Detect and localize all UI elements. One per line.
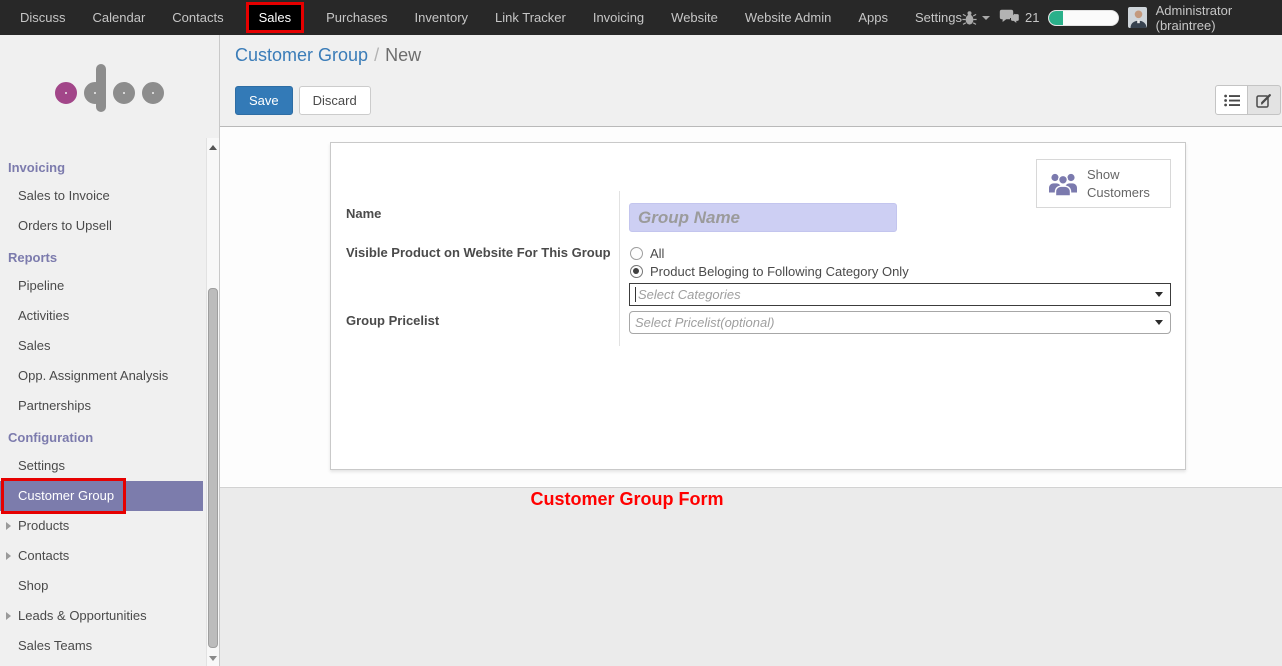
group-pricelist-field-label: Group Pricelist xyxy=(346,313,439,328)
list-view-button[interactable] xyxy=(1215,85,1248,115)
logo-letter-o3 xyxy=(142,82,164,104)
view-switcher xyxy=(1215,85,1281,115)
radio-option-category-only[interactable]: Product Beloging to Following Category O… xyxy=(630,264,909,279)
scrollbar-thumb[interactable] xyxy=(208,288,218,648)
sidebar-item-opp-assignment-analysis[interactable]: Opp. Assignment Analysis xyxy=(0,361,203,391)
main-menu: Discuss Calendar Contacts Sales Purchase… xyxy=(0,2,962,33)
sidebar-item-settings[interactable]: Settings xyxy=(0,451,203,481)
sidebar-item-sales[interactable]: Sales xyxy=(0,331,203,361)
page-bottom-area: Customer Group Form xyxy=(220,487,1282,666)
sidebar-item-sales-to-invoice[interactable]: Sales to Invoice xyxy=(0,181,203,211)
sidebar-header-configuration: Configuration xyxy=(0,421,203,451)
form-view-button-active[interactable] xyxy=(1248,85,1281,115)
nav-website-admin[interactable]: Website Admin xyxy=(745,10,831,25)
messages-count: 21 xyxy=(1025,10,1039,25)
sidebar-item-pipeline[interactable]: Pipeline xyxy=(0,271,203,301)
form-action-buttons: Save Discard xyxy=(235,86,371,115)
customers-group-icon xyxy=(1048,171,1078,197)
nav-purchases[interactable]: Purchases xyxy=(326,10,387,25)
breadcrumb-current: New xyxy=(385,45,421,65)
nav-inventory[interactable]: Inventory xyxy=(415,10,468,25)
save-button[interactable]: Save xyxy=(235,86,293,115)
radio-icon-checked[interactable] xyxy=(630,265,643,278)
label-field-separator xyxy=(619,191,620,346)
sidebar-item-delivery[interactable]: Delivery xyxy=(0,661,203,666)
select-pricelist-dropdown[interactable]: Select Pricelist(optional) xyxy=(629,311,1171,334)
odoo-logo-letters xyxy=(55,82,164,104)
radio-option-all[interactable]: All xyxy=(630,246,664,261)
annotation-customer-group-form: Customer Group Form xyxy=(530,489,723,510)
bug-icon xyxy=(962,10,977,26)
messages-indicator[interactable]: 21 xyxy=(999,9,1039,26)
nav-settings[interactable]: Settings xyxy=(915,10,962,25)
nav-discuss[interactable]: Discuss xyxy=(20,10,66,25)
sidebar-menu: Invoicing Sales to Invoice Orders to Ups… xyxy=(0,137,219,666)
topbar-right-tools: 21 Administrator (braintree) xyxy=(962,3,1282,33)
sidebar-item-contacts[interactable]: Contacts xyxy=(0,541,203,571)
edit-pencil-icon xyxy=(1256,93,1272,108)
discard-button[interactable]: Discard xyxy=(299,86,371,115)
logo-letter-o2 xyxy=(113,82,135,104)
select-categories-dropdown[interactable]: Select Categories xyxy=(629,283,1171,306)
progress-bar-fill xyxy=(1049,11,1063,25)
sidebar-item-leads-opportunities[interactable]: Leads & Opportunities xyxy=(0,601,203,631)
show-customers-label: Show Customers xyxy=(1087,166,1159,201)
select-pricelist-placeholder: Select Pricelist(optional) xyxy=(635,315,774,330)
logo-letter-o xyxy=(55,82,77,104)
visible-product-field-label: Visible Product on Website For This Grou… xyxy=(346,245,611,260)
sidebar-scrollbar[interactable] xyxy=(206,138,219,666)
sidebar-item-partnerships[interactable]: Partnerships xyxy=(0,391,203,421)
nav-calendar[interactable]: Calendar xyxy=(93,10,146,25)
nav-sales-active-highlighted[interactable]: Sales xyxy=(246,2,305,33)
radio-all-label: All xyxy=(650,246,664,261)
debug-menu[interactable] xyxy=(962,10,990,26)
radio-icon-unchecked[interactable] xyxy=(630,247,643,260)
dropdown-caret-icon xyxy=(1155,292,1163,297)
control-panel: Customer Group/New Save Discard xyxy=(220,35,1282,127)
dropdown-caret-icon xyxy=(1155,320,1163,325)
user-avatar[interactable] xyxy=(1128,7,1146,28)
sidebar-item-customer-group-selected[interactable]: Customer Group xyxy=(0,481,203,511)
sidebar-item-products[interactable]: Products xyxy=(0,511,203,541)
list-icon xyxy=(1224,94,1240,107)
sidebar-item-activities[interactable]: Activities xyxy=(0,301,203,331)
sidebar-item-label: Customer Group xyxy=(18,488,114,503)
main-area: Customer Group/New Save Discard xyxy=(220,35,1282,666)
customer-group-form-sheet: Show Customers Name Visible Product on W… xyxy=(330,142,1186,470)
nav-contacts[interactable]: Contacts xyxy=(172,10,223,25)
progress-bar xyxy=(1048,10,1119,26)
radio-category-label: Product Beloging to Following Category O… xyxy=(650,264,909,279)
scroll-down-arrow-icon[interactable] xyxy=(209,656,217,661)
app-window: Discuss Calendar Contacts Sales Purchase… xyxy=(0,0,1282,666)
breadcrumb-separator: / xyxy=(368,45,385,65)
sidebar-header-reports: Reports xyxy=(0,241,203,271)
name-field-label: Name xyxy=(346,206,381,221)
text-cursor xyxy=(635,287,636,302)
sidebar-item-shop[interactable]: Shop xyxy=(0,571,203,601)
sidebar-item-sales-teams[interactable]: Sales Teams xyxy=(0,631,203,661)
group-name-input[interactable] xyxy=(629,203,897,232)
user-menu[interactable]: Administrator (braintree) xyxy=(1156,3,1279,33)
odoo-logo: odoo xyxy=(0,35,219,137)
nav-invoicing[interactable]: Invoicing xyxy=(593,10,644,25)
show-customers-button[interactable]: Show Customers xyxy=(1036,159,1171,208)
select-categories-placeholder: Select Categories xyxy=(638,287,741,302)
sidebar-header-invoicing: Invoicing xyxy=(0,151,203,181)
nav-website[interactable]: Website xyxy=(671,10,718,25)
form-view-background: Show Customers Name Visible Product on W… xyxy=(220,127,1282,486)
breadcrumb-customer-group-link[interactable]: Customer Group xyxy=(235,45,368,65)
nav-link-tracker[interactable]: Link Tracker xyxy=(495,10,566,25)
sidebar: odoo Invoicing Sales to Invoice Orders t… xyxy=(0,35,220,666)
scroll-up-arrow-icon[interactable] xyxy=(209,145,217,150)
nav-apps[interactable]: Apps xyxy=(858,10,888,25)
top-navigation-bar: Discuss Calendar Contacts Sales Purchase… xyxy=(0,0,1282,35)
logo-letter-d xyxy=(84,82,106,104)
chevron-down-icon xyxy=(982,16,990,20)
breadcrumb: Customer Group/New xyxy=(235,45,421,66)
chat-bubbles-icon xyxy=(999,9,1020,26)
sidebar-item-orders-to-upsell[interactable]: Orders to Upsell xyxy=(0,211,203,241)
